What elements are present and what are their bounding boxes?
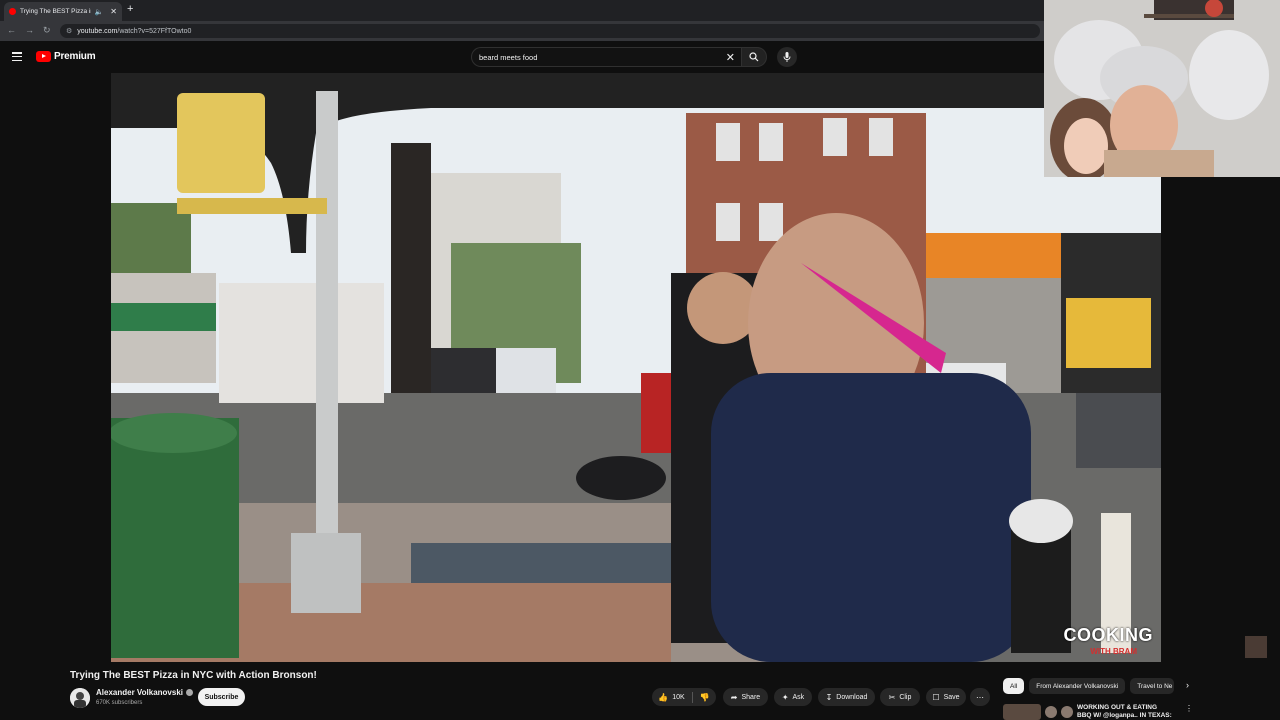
like-count[interactable]: 10K [672, 694, 684, 701]
clip-button[interactable]: ✂ Clip [880, 688, 920, 706]
clip-label: Clip [899, 693, 912, 701]
thumbs-up-icon[interactable]: 👍 [658, 693, 668, 702]
channel-avatar[interactable] [70, 688, 90, 708]
more-horizontal-icon: ⋯ [976, 692, 984, 702]
sparkle-icon: ✦ [781, 692, 789, 702]
video-player[interactable]: COOKING WITH BRAM [111, 73, 1161, 662]
chip-travel[interactable]: Travel to Ne [1130, 678, 1175, 694]
video-title: Trying The BEST Pizza in NYC with Action… [70, 670, 317, 681]
thumbs-down-icon[interactable]: 👎 [700, 693, 710, 702]
chip-from-channel[interactable]: From Alexander Volkanovski [1029, 678, 1126, 694]
close-tab-icon[interactable]: ✕ [110, 7, 117, 16]
share-label: Share [741, 693, 761, 701]
new-tab-icon[interactable]: + [127, 3, 133, 15]
site-info-icon[interactable]: ⚙ [66, 27, 72, 35]
chevron-right-icon[interactable]: › [1186, 680, 1189, 690]
tab-title: Trying The BEST Pizza in NYC [20, 8, 91, 15]
verified-icon [186, 689, 193, 696]
browser-tab[interactable]: Trying The BEST Pizza in NYC 🔈 ✕ [4, 2, 122, 21]
more-vertical-icon[interactable]: ⋮ [1185, 704, 1193, 713]
channel-name[interactable]: Alexander Volkanovski [96, 688, 193, 697]
like-dislike-group: 👍 10K 👎 [652, 688, 716, 706]
subscribe-button[interactable]: Subscribe [198, 688, 245, 706]
like-divider [691, 691, 693, 703]
clear-search-icon[interactable]: ✕ [726, 51, 735, 64]
search-button[interactable] [741, 47, 767, 67]
voice-search-button[interactable] [777, 47, 797, 67]
avatar-image [70, 688, 90, 708]
recommendation-chips: All From Alexander Volkanovski Travel to… [1003, 678, 1175, 694]
recommendation-avatar [1045, 706, 1057, 718]
scissors-icon: ✂ [888, 692, 896, 702]
download-button[interactable]: ↧ Download [818, 688, 875, 706]
brand-label: Premium [54, 51, 96, 62]
download-icon: ↧ [825, 692, 833, 702]
search-input[interactable]: beard meets food ✕ [471, 47, 741, 67]
search-icon [749, 52, 759, 62]
chip-all[interactable]: All [1003, 678, 1025, 694]
save-button[interactable]: ☐ Save [926, 688, 966, 706]
ask-button[interactable]: ✦ Ask [774, 688, 812, 706]
channel-watermark-sub: WITH BRAM [1090, 647, 1137, 656]
endscreen-thumbnail[interactable] [1245, 636, 1267, 658]
channel-name-text: Alexander Volkanovski [96, 688, 183, 697]
recommendation-title: WORKING OUT & EATING BBQ W/ @loganpa.. I… [1077, 704, 1172, 719]
search-query: beard meets food [479, 52, 538, 62]
screen: Trying The BEST Pizza in NYC 🔈 ✕ + ← → ↻… [0, 0, 1280, 720]
video-frame [111, 73, 1161, 662]
recommendation-thumbnail[interactable] [1003, 704, 1041, 720]
recommendation-avatar-2 [1061, 706, 1073, 718]
url-text: youtube.com/watch?v=527FfTOwto0 [77, 27, 192, 35]
subscriber-count: 670K subscribers [96, 700, 143, 706]
youtube-logo[interactable]: Premium [36, 51, 96, 62]
webcam-feed [1044, 0, 1280, 177]
webcam-overlay [1044, 0, 1280, 177]
speaker-icon[interactable]: 🔈 [95, 8, 104, 16]
bookmark-icon: ☐ [932, 692, 940, 702]
reload-icon[interactable]: ↻ [43, 25, 51, 36]
share-icon: ➦ [730, 692, 738, 702]
back-arrow-icon[interactable]: ← [7, 25, 16, 35]
ask-label: Ask [792, 693, 805, 701]
forward-arrow-icon[interactable]: → [25, 25, 34, 35]
microphone-icon [783, 52, 791, 62]
download-label: Download [836, 693, 868, 701]
address-bar[interactable]: ⚙ youtube.com/watch?v=527FfTOwto0 [60, 24, 1040, 38]
menu-icon[interactable] [12, 52, 22, 62]
youtube-favicon-icon [9, 8, 16, 15]
more-actions-button[interactable]: ⋯ [970, 688, 990, 706]
save-label: Save [943, 693, 960, 701]
channel-watermark: COOKING [1063, 625, 1153, 645]
share-button[interactable]: ➦ Share [723, 688, 768, 706]
recommendation-item[interactable]: WORKING OUT & EATING BBQ W/ @loganpa.. I… [1003, 704, 1193, 720]
youtube-play-icon [36, 51, 51, 62]
